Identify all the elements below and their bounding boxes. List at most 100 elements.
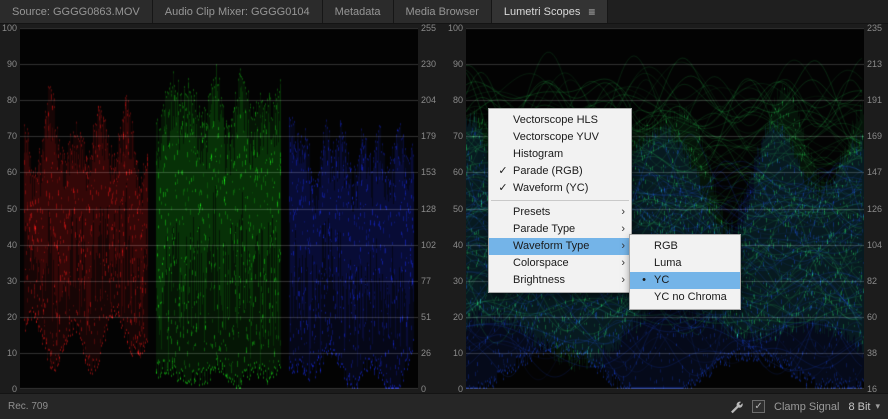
axis-tick-label: 60 bbox=[453, 167, 463, 177]
tab-lumetri-scopes[interactable]: Lumetri Scopes ≡ bbox=[492, 0, 608, 23]
axis-tick-label: 104 bbox=[867, 240, 882, 250]
submenu-item-label: YC no Chroma bbox=[654, 291, 727, 303]
menu-item-parade-rgb[interactable]: ✓Parade (RGB) bbox=[489, 163, 631, 180]
axis-tick-label: 51 bbox=[421, 312, 431, 322]
submenu-item-yc-no-chroma[interactable]: YC no Chroma bbox=[630, 289, 740, 306]
axis-tick-label: 169 bbox=[867, 131, 882, 141]
tab-metadata-label: Metadata bbox=[335, 6, 381, 18]
axis-tick-label: 90 bbox=[7, 59, 17, 69]
submenu-item-label: Luma bbox=[654, 257, 682, 269]
menu-item-label: Brightness bbox=[513, 274, 565, 286]
bit-depth-value: 8 Bit bbox=[848, 401, 870, 413]
menu-item-parade-type[interactable]: Parade Type › bbox=[489, 221, 631, 238]
clamp-signal-checkbox[interactable]: ✓ bbox=[752, 400, 765, 413]
settings-wrench-icon[interactable] bbox=[729, 400, 743, 414]
parade-rgb-canvas bbox=[20, 28, 418, 389]
colorspace-label: Rec. 709 bbox=[8, 401, 48, 412]
axis-tick-label: 128 bbox=[421, 204, 436, 214]
axis-tick-label: 100 bbox=[448, 23, 463, 33]
axis-tick-label: 153 bbox=[421, 167, 436, 177]
tab-audio-clip-mixer-label: Audio Clip Mixer: GGGG0104 bbox=[165, 6, 310, 18]
submenu-item-label: YC bbox=[654, 274, 669, 286]
axis-tick-label: 10 bbox=[453, 348, 463, 358]
menu-item-label: Vectorscope HLS bbox=[513, 114, 598, 126]
tab-media-browser-label: Media Browser bbox=[406, 6, 479, 18]
menu-item-label: Parade (RGB) bbox=[513, 165, 583, 177]
submenu-item-label: RGB bbox=[654, 240, 678, 252]
submenu-item-rgb[interactable]: RGB bbox=[630, 238, 740, 255]
submenu-item-yc[interactable]: •YC bbox=[630, 272, 740, 289]
menu-item-histogram[interactable]: Histogram bbox=[489, 146, 631, 163]
axis-tick-label: 40 bbox=[453, 240, 463, 250]
axis-tick-label: 80 bbox=[453, 95, 463, 105]
check-icon: ✓ bbox=[496, 163, 510, 180]
menu-item-presets[interactable]: Presets › bbox=[489, 204, 631, 221]
menu-separator bbox=[491, 200, 629, 201]
axis-tick-label: 50 bbox=[453, 204, 463, 214]
menu-item-label: Parade Type bbox=[513, 223, 575, 235]
axis-tick-label: 38 bbox=[867, 348, 877, 358]
menu-item-waveform-type[interactable]: Waveform Type › bbox=[489, 238, 631, 255]
axis-tick-label: 30 bbox=[7, 276, 17, 286]
wrench-icon bbox=[729, 400, 743, 414]
axis-tick-label: 213 bbox=[867, 59, 882, 69]
axis-tick-label: 26 bbox=[421, 348, 431, 358]
submenu-arrow-icon: › bbox=[621, 272, 625, 289]
lumetri-scopes-panel: Source: GGGG0863.MOV Audio Clip Mixer: G… bbox=[0, 0, 888, 419]
parade-right-axis: 2552302041791531281027751260 bbox=[418, 28, 444, 389]
menu-item-label: Presets bbox=[513, 206, 550, 218]
parade-left-axis: 1009080706050403020100 bbox=[0, 28, 20, 389]
scopes-area: 1009080706050403020100 25523020417915312… bbox=[0, 24, 888, 393]
submenu-arrow-icon: › bbox=[621, 238, 625, 255]
menu-item-label: Vectorscope YUV bbox=[513, 131, 599, 143]
submenu-arrow-icon: › bbox=[621, 204, 625, 221]
menu-item-label: Waveform Type bbox=[513, 240, 589, 252]
waveform-right-axis: 23521319116914712610482603816 bbox=[864, 28, 888, 389]
tab-audio-clip-mixer[interactable]: Audio Clip Mixer: GGGG0104 bbox=[153, 0, 323, 23]
axis-tick-label: 179 bbox=[421, 131, 436, 141]
submenu-arrow-icon: › bbox=[621, 221, 625, 238]
waveform-left-axis: 1009080706050403020100 bbox=[444, 28, 466, 389]
parade-rgb-scope bbox=[20, 28, 418, 389]
context-menu: Vectorscope HLSVectorscope YUVHistogram✓… bbox=[488, 108, 632, 293]
axis-tick-label: 70 bbox=[7, 131, 17, 141]
axis-tick-label: 40 bbox=[7, 240, 17, 250]
axis-tick-label: 77 bbox=[421, 276, 431, 286]
panel-tab-bar: Source: GGGG0863.MOV Audio Clip Mixer: G… bbox=[0, 0, 888, 24]
axis-tick-label: 204 bbox=[421, 95, 436, 105]
axis-tick-label: 147 bbox=[867, 167, 882, 177]
axis-tick-label: 191 bbox=[867, 95, 882, 105]
tab-source-label: Source: GGGG0863.MOV bbox=[12, 6, 140, 18]
axis-tick-label: 60 bbox=[7, 167, 17, 177]
axis-tick-label: 102 bbox=[421, 240, 436, 250]
clamp-signal-label: Clamp Signal bbox=[774, 401, 839, 413]
axis-tick-label: 230 bbox=[421, 59, 436, 69]
axis-tick-label: 100 bbox=[2, 23, 17, 33]
axis-tick-label: 60 bbox=[867, 312, 877, 322]
axis-tick-label: 82 bbox=[867, 276, 877, 286]
tab-media-browser[interactable]: Media Browser bbox=[394, 0, 492, 23]
menu-item-colorspace[interactable]: Colorspace › bbox=[489, 255, 631, 272]
status-controls: ✓ Clamp Signal 8 Bit ▾ bbox=[729, 400, 880, 414]
axis-tick-label: 20 bbox=[453, 312, 463, 322]
axis-tick-label: 50 bbox=[7, 204, 17, 214]
menu-item-label: Colorspace bbox=[513, 257, 569, 269]
check-icon: ✓ bbox=[496, 180, 510, 197]
menu-item-label: Waveform (YC) bbox=[513, 182, 588, 194]
menu-item-vectorscope-yuv[interactable]: Vectorscope YUV bbox=[489, 129, 631, 146]
menu-item-waveform-yc[interactable]: ✓Waveform (YC) bbox=[489, 180, 631, 197]
axis-tick-label: 10 bbox=[7, 348, 17, 358]
axis-tick-label: 90 bbox=[453, 59, 463, 69]
panel-menu-icon[interactable]: ≡ bbox=[588, 6, 595, 18]
axis-tick-label: 80 bbox=[7, 95, 17, 105]
radio-bullet-icon: • bbox=[637, 272, 651, 289]
menu-item-vectorscope-hls[interactable]: Vectorscope HLS bbox=[489, 112, 631, 129]
tab-source[interactable]: Source: GGGG0863.MOV bbox=[0, 0, 153, 23]
tab-metadata[interactable]: Metadata bbox=[323, 0, 394, 23]
menu-item-brightness[interactable]: Brightness › bbox=[489, 272, 631, 289]
axis-tick-label: 126 bbox=[867, 204, 882, 214]
status-bar: Rec. 709 ✓ Clamp Signal 8 Bit ▾ bbox=[0, 393, 888, 419]
submenu-arrow-icon: › bbox=[621, 255, 625, 272]
submenu-item-luma[interactable]: Luma bbox=[630, 255, 740, 272]
bit-depth-dropdown[interactable]: 8 Bit ▾ bbox=[848, 401, 880, 413]
